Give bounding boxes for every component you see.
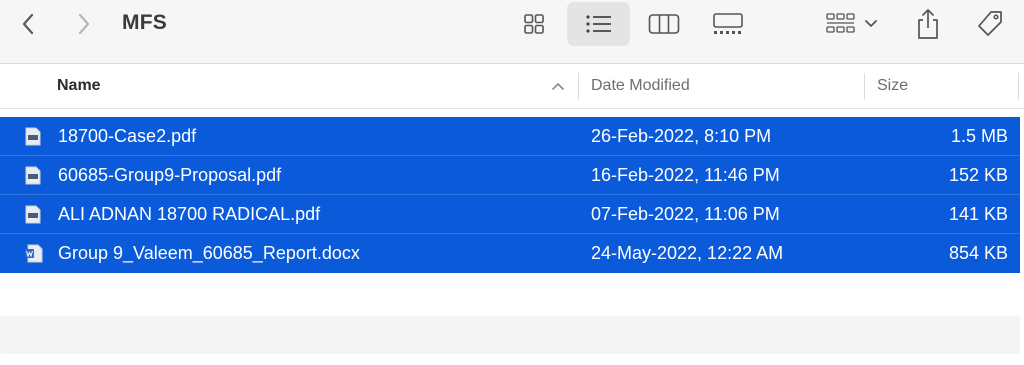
file-row[interactable]: 18700-Case2.pdf 26-Feb-2022, 8:10 PM 1.5… xyxy=(0,117,1020,156)
list-view-icon xyxy=(585,15,611,33)
file-size: 141 KB xyxy=(948,204,1008,224)
group-button[interactable] xyxy=(820,8,884,40)
icon-view-icon xyxy=(524,14,544,34)
pdf-file-icon xyxy=(25,205,41,224)
file-size: 1.5 MB xyxy=(950,126,1008,146)
tag-icon xyxy=(978,11,1002,36)
file-date-modified: 26-Feb-2022, 8:10 PM xyxy=(591,126,772,146)
file-row[interactable]: ALI ADNAN 18700 RADICAL.pdf 07-Feb-2022,… xyxy=(0,195,1020,234)
empty-list-row xyxy=(0,316,1020,354)
column-view-icon xyxy=(648,14,680,34)
tag-button[interactable] xyxy=(970,6,1010,42)
column-divider[interactable] xyxy=(1018,73,1019,100)
word-file-icon xyxy=(25,244,43,263)
file-name: Group 9_Valeem_60685_Report.docx xyxy=(58,243,360,263)
sort-ascending-icon[interactable] xyxy=(550,78,566,94)
date-modified-column-header[interactable]: Date Modified xyxy=(591,64,690,108)
file-size: 854 KB xyxy=(948,243,1008,263)
file-date-modified: 24-May-2022, 12:22 AM xyxy=(591,243,784,263)
file-row[interactable]: 60685-Group9-Proposal.pdf 16-Feb-2022, 1… xyxy=(0,156,1020,195)
column-header: Name Date Modified Size xyxy=(0,64,1024,109)
list-view-button[interactable] xyxy=(567,2,630,46)
file-name: 60685-Group9-Proposal.pdf xyxy=(58,165,282,185)
file-date-modified: 07-Feb-2022, 11:06 PM xyxy=(591,204,780,224)
gallery-view-button[interactable] xyxy=(708,6,748,42)
column-divider[interactable] xyxy=(578,73,579,100)
chevron-left-icon xyxy=(22,13,34,35)
file-row[interactable]: Group 9_Valeem_60685_Report.docx 24-May-… xyxy=(0,234,1020,273)
column-view-button[interactable] xyxy=(644,6,684,42)
window-title: MFS xyxy=(122,11,167,34)
file-list: 18700-Case2.pdf 26-Feb-2022, 8:10 PM 1.5… xyxy=(0,117,1020,273)
file-date-modified: 16-Feb-2022, 11:46 PM xyxy=(591,165,780,185)
gallery-view-icon xyxy=(713,13,743,34)
icon-view-button[interactable] xyxy=(517,6,551,42)
size-column-header[interactable]: Size xyxy=(877,64,908,108)
file-name: 18700-Case2.pdf xyxy=(58,126,197,146)
back-button[interactable] xyxy=(14,10,42,38)
share-button[interactable] xyxy=(910,4,946,44)
chevron-down-icon xyxy=(865,20,877,27)
column-divider[interactable] xyxy=(864,73,865,100)
share-icon xyxy=(918,9,938,39)
pdf-file-icon xyxy=(25,127,41,146)
name-column-header[interactable]: Name xyxy=(57,64,101,108)
toolbar: MFS xyxy=(0,0,1024,64)
file-size: 152 KB xyxy=(948,165,1008,185)
group-grid-icon xyxy=(826,13,855,33)
chevron-right-icon xyxy=(78,13,90,35)
file-name: ALI ADNAN 18700 RADICAL.pdf xyxy=(58,204,321,224)
pdf-file-icon xyxy=(25,166,41,185)
forward-button[interactable] xyxy=(70,10,98,38)
